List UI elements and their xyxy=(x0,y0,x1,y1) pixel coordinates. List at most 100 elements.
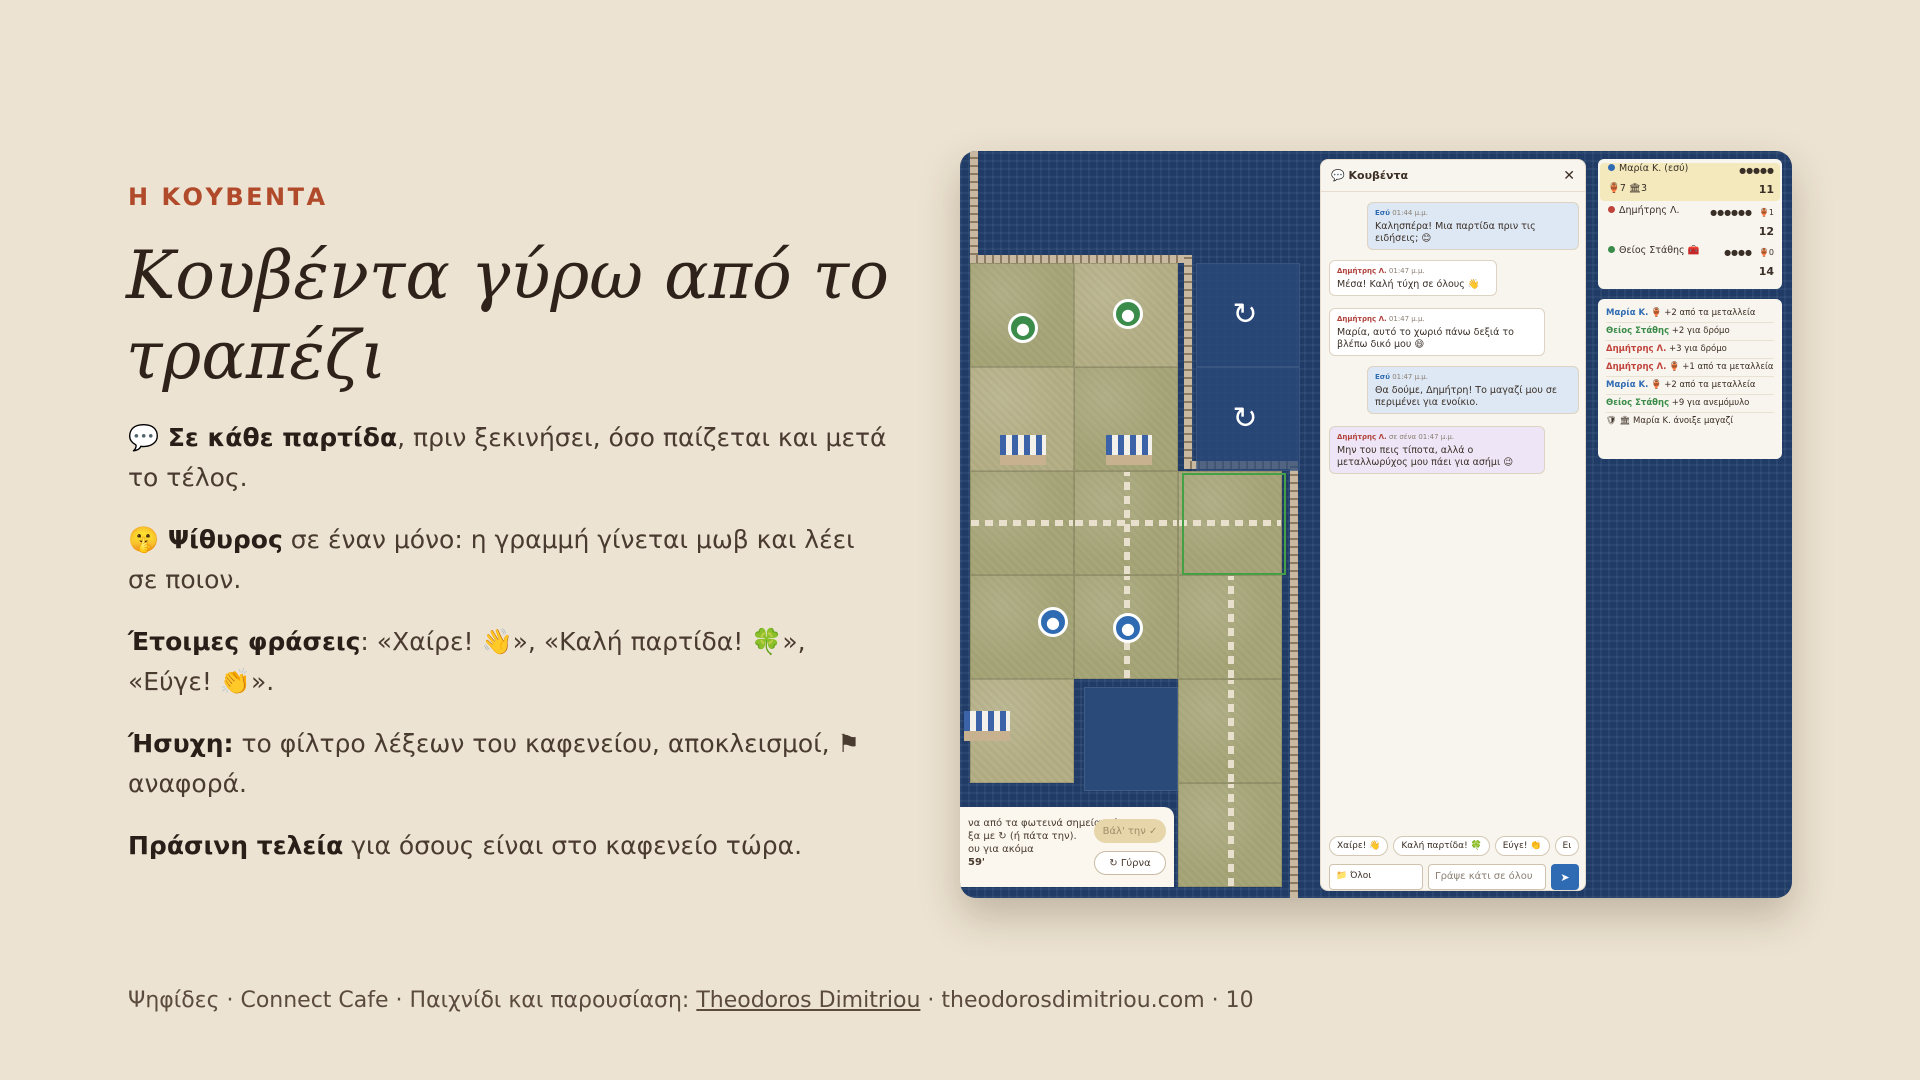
bullet-text: για όσους είναι στο καφενείο τώρα. xyxy=(343,831,803,860)
message-time: 01:47 μ.μ. xyxy=(1392,373,1428,381)
log-entry: 🛡 🏛 Μαρία Κ. άνοιξε μαγαζί xyxy=(1606,413,1774,430)
title-line-1: Κουβέντα γύρω από το xyxy=(126,237,889,314)
chat-input[interactable]: Γράψε κάτι σε όλου xyxy=(1428,864,1546,890)
chat-message: Εσύ 01:44 μ.μ. Καλησπέρα! Μια παρτίδα πρ… xyxy=(1367,202,1579,250)
bullet-item: Έτοιμες φράσεις: «Χαίρε! 👋», «Καλή παρτί… xyxy=(128,622,888,702)
bullet-list: 💬 Σε κάθε παρτίδα, πριν ξεκινήσει, όσο π… xyxy=(128,418,888,888)
board-tile[interactable] xyxy=(970,471,1074,575)
player-points: 11 xyxy=(1758,183,1774,196)
quick-phrase-chip[interactable]: Καλή παρτίδα! 🍀 xyxy=(1393,836,1490,856)
message-text: Θα δούμε, Δημήτρη! Το μαγαζί μου σε περι… xyxy=(1375,385,1558,408)
quick-phrase-chip[interactable]: Χαίρε! 👋 xyxy=(1329,836,1389,856)
message-author: Εσύ xyxy=(1375,209,1390,217)
board-tile[interactable] xyxy=(1178,783,1282,887)
border-decoration xyxy=(970,151,978,261)
chat-panel: 💬 Κουβέντα ✕ Εσύ 01:44 μ.μ. Καλησπέρα! Μ… xyxy=(1320,159,1586,891)
chat-message: Δημήτρης Λ. 01:47 μ.μ. Μαρία, αυτό το χω… xyxy=(1329,308,1545,356)
close-icon[interactable]: ✕ xyxy=(1563,168,1575,184)
place-tile-button[interactable]: Βάλ' την ✓ xyxy=(1094,819,1166,843)
log-text: 🛡 🏛 Μαρία Κ. άνοιξε μαγαζί xyxy=(1606,416,1734,426)
chat-header: 💬 Κουβέντα ✕ xyxy=(1321,160,1585,192)
bullet-bold: Ήσυχη: xyxy=(128,729,234,758)
log-entry: Μαρία Κ. 🏺 +2 από τα μεταλλεία xyxy=(1606,305,1774,323)
player-color-dot xyxy=(1608,246,1615,253)
log-entry: Θείος Στάθης +2 για δρόμο xyxy=(1606,323,1774,341)
log-text: 🏺 +2 από τα μεταλλεία xyxy=(1648,380,1756,390)
player-resources: 🏺1 xyxy=(1758,208,1774,217)
log-player: Θείος Στάθης xyxy=(1606,326,1670,336)
border-decoration xyxy=(970,255,1192,263)
event-log: Μαρία Κ. 🏺 +2 από τα μεταλλεία Θείος Στά… xyxy=(1598,299,1782,459)
recipient-select[interactable]: 📁 Όλοι xyxy=(1329,864,1423,890)
player-color-dot xyxy=(1608,164,1615,171)
market-stall-icon xyxy=(1000,435,1046,465)
send-button[interactable]: ➤ xyxy=(1551,864,1579,890)
player-color-dot xyxy=(1608,206,1615,213)
message-text: Μέσα! Καλή τύχη σε όλους 👋 xyxy=(1337,279,1480,290)
log-text: 🏺 +1 από τα μεταλλεία xyxy=(1666,362,1774,372)
message-author: Δημήτρης Λ. xyxy=(1337,433,1387,441)
player-row: Θείος Στάθης 🧰 ●●●● 🏺0 14 xyxy=(1608,245,1774,283)
chat-message: Εσύ 01:47 μ.μ. Θα δούμε, Δημήτρη! Το μαγ… xyxy=(1367,366,1579,414)
bullet-bold: Έτοιμες φράσεις xyxy=(128,627,361,656)
quick-phrase-chip[interactable]: Εύγε! 👏 xyxy=(1494,836,1550,856)
log-player: Θείος Στάθης xyxy=(1606,398,1670,408)
border-decoration xyxy=(1184,255,1192,465)
footer-prefix: Ψηφίδες · Connect Cafe · Παιχνίδι και πα… xyxy=(128,988,697,1013)
bullet-item: Πράσινη τελεία για όσους είναι στο καφεν… xyxy=(128,826,888,866)
board-tile[interactable] xyxy=(1178,575,1282,679)
message-time: 01:47 μ.μ. xyxy=(1388,315,1425,323)
turn-popup: να από τα φωτεινά σημεία. Γύρνα ξα με ↻ … xyxy=(960,807,1174,887)
slide-title: Κουβέντα γύρω από το τραπέζι xyxy=(126,236,896,396)
message-text: Μην του πεις τίποτα, αλλά ο μεταλλωρύχος… xyxy=(1337,445,1514,468)
selected-slot-frame[interactable] xyxy=(1182,473,1286,575)
bullet-bold: 💬 Σε κάθε παρτίδα xyxy=(128,423,398,452)
message-author: Δημήτρης Λ. xyxy=(1337,315,1387,323)
bullet-text: το φίλτρο λέξεων του καφενείου, αποκλεισ… xyxy=(128,729,860,798)
water-tile xyxy=(1084,687,1178,791)
rotate-icon[interactable]: ↻ xyxy=(1228,297,1262,332)
log-text: +3 για δρόμο xyxy=(1666,344,1727,354)
player-stars: ●●●● xyxy=(1724,248,1752,257)
log-entry: Θείος Στάθης +9 για ανεμόμυλο xyxy=(1606,395,1774,413)
player-name: Δημήτρης Λ. xyxy=(1619,205,1680,216)
player-name: Μαρία Κ. (εσύ) xyxy=(1619,163,1689,174)
log-player: Δημήτρης Λ. xyxy=(1606,344,1667,354)
footer-suffix: · theodorosdimitriou.com · 10 xyxy=(920,988,1254,1013)
chat-message: Δημήτρης Λ. 01:47 μ.μ. Μέσα! Καλή τύχη σ… xyxy=(1329,260,1497,296)
bullet-bold: Πράσινη τελεία xyxy=(128,831,344,860)
player-points: 12 xyxy=(1758,225,1774,238)
board-tile[interactable] xyxy=(1074,471,1178,575)
board-tile[interactable] xyxy=(1178,679,1282,783)
player-name: Θείος Στάθης 🧰 xyxy=(1619,245,1700,256)
bullet-item: 💬 Σε κάθε παρτίδα, πριν ξεκινήσει, όσο π… xyxy=(128,418,888,498)
log-text: +9 για ανεμόμυλο xyxy=(1669,398,1750,408)
whisper-message: Δημήτρης Λ. σε σένα 01:47 μ.μ. Μην του π… xyxy=(1329,426,1545,474)
quick-phrase-chip[interactable]: Ει xyxy=(1554,836,1580,856)
message-author: Εσύ xyxy=(1375,373,1390,381)
rotate-icon[interactable]: ↻ xyxy=(1228,401,1262,436)
author-link[interactable]: Theodoros Dimitriou xyxy=(696,988,920,1013)
log-player: Δημήτρης Λ. xyxy=(1606,362,1667,372)
player-points: 14 xyxy=(1758,265,1774,278)
meeple-green-icon: ● xyxy=(1113,299,1143,329)
bullet-bold: 🤫 Ψίθυρος xyxy=(128,525,283,554)
border-decoration xyxy=(1290,461,1298,898)
log-entry: Δημήτρης Λ. +3 για δρόμο xyxy=(1606,341,1774,359)
message-author: Δημήτρης Λ. xyxy=(1337,267,1387,275)
player-stars: ●●●●●● xyxy=(1710,208,1752,217)
title-line-2: τραπέζι xyxy=(126,317,387,394)
chat-input-row: 📁 Όλοι Γράψε κάτι σε όλου ➤ xyxy=(1329,864,1579,890)
player-stars: ●●●●● xyxy=(1739,166,1774,175)
meeple-blue-icon: ● xyxy=(1113,613,1143,643)
message-text: Μαρία, αυτό το χωριό πάνω δεξιά το βλέπω… xyxy=(1337,327,1514,350)
rotate-tile-button[interactable]: ↻ Γύρνα xyxy=(1094,851,1166,875)
footer: Ψηφίδες · Connect Cafe · Παιχνίδι και πα… xyxy=(128,988,1254,1013)
message-text: Καλησπέρα! Μια παρτίδα πριν τις ειδήσεις… xyxy=(1375,221,1536,244)
player-resources: 🏺7 🏛3 xyxy=(1608,183,1647,194)
game-board[interactable]: ● ● ● ● ↻ ↻ να από τα φωτεινά σημεία. Γύ… xyxy=(960,151,1320,898)
whisper-label: σε σένα xyxy=(1388,433,1417,441)
market-stall-icon xyxy=(964,711,1010,741)
message-time: 01:47 μ.μ. xyxy=(1388,267,1425,275)
eyebrow-label: Η ΚΟΥΒΕΝΤΑ xyxy=(128,183,328,211)
